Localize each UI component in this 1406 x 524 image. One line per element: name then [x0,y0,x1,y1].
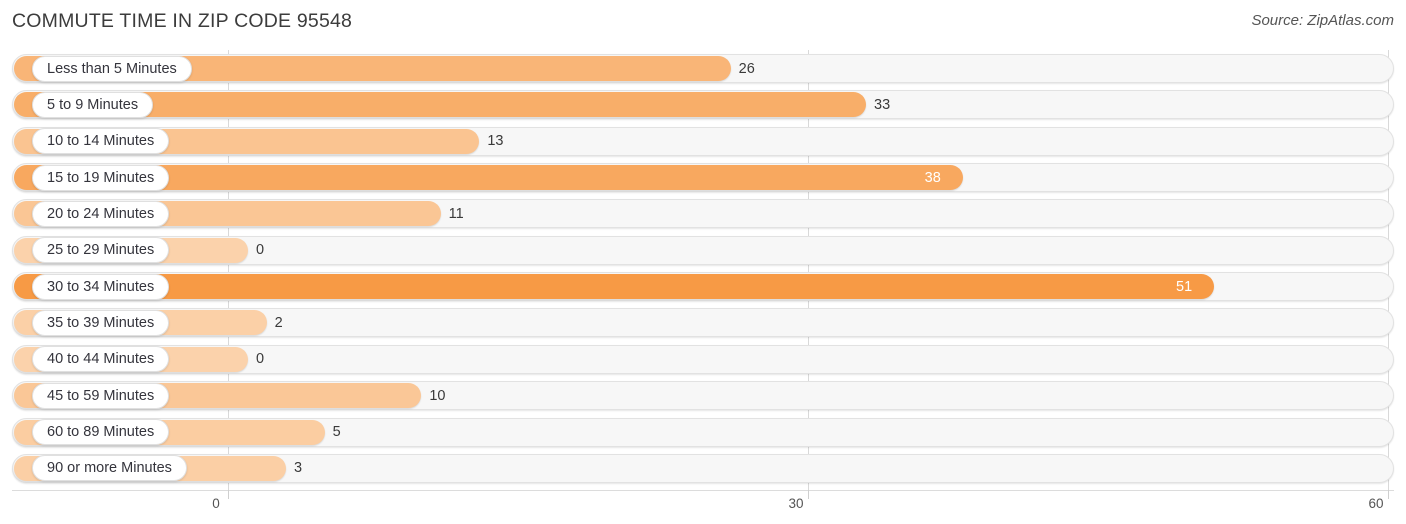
axis-tick-label-30: 30 [788,496,804,511]
category-label-pill: 10 to 14 Minutes [32,128,170,155]
category-label-pill: 90 or more Minutes [32,455,187,482]
bar [14,274,1214,300]
category-label: 10 to 14 Minutes [47,133,155,150]
bar-rows: Less than 5 Minutes 26 5 to 9 Minutes 33 10 … [0,50,1406,490]
category-label: 15 to 19 Minutes [47,169,155,186]
bar-value-label: 33 [874,96,891,113]
category-label-pill: 25 to 29 Minutes [32,237,170,264]
bar-value-label: 10 [429,387,446,404]
bar-row[interactable]: 40 to 44 Minutes 0 [12,344,1394,374]
bar-value-label: 0 [256,242,265,259]
axis-line [12,490,1394,491]
category-label: Less than 5 Minutes [47,60,177,77]
category-label: 30 to 34 Minutes [47,278,155,295]
category-label: 90 or more Minutes [47,460,172,477]
page-title: COMMUTE TIME IN ZIP CODE 95548 [12,10,353,32]
category-label: 20 to 24 Minutes [47,205,155,222]
bar-value-label: 11 [448,205,464,222]
category-label: 40 to 44 Minutes [47,351,155,368]
axis-tick-label-60: 60 [1368,496,1384,511]
bar-row[interactable]: 10 to 14 Minutes 13 [12,126,1394,156]
category-label-pill: 35 to 39 Minutes [32,309,170,336]
category-label-pill: 40 to 44 Minutes [32,346,170,373]
bar-value-label-inside: 38 [924,169,941,186]
bar-value-label-inside: 51 [1176,278,1193,295]
x-axis: 0 30 60 [0,490,1406,524]
plot-area: Less than 5 Minutes 26 5 to 9 Minutes 33 10 … [0,50,1406,490]
bar-row[interactable]: 60 to 89 Minutes 5 [12,417,1394,447]
axis-tick-0 [228,490,229,499]
bar-row[interactable]: 45 to 59 Minutes 10 [12,381,1394,411]
axis-tick-60 [1388,490,1389,499]
category-label-pill: 60 to 89 Minutes [32,419,170,445]
axis-tick-30 [808,490,809,499]
bar-value-label: 13 [487,133,504,150]
category-label-pill: 20 to 24 Minutes [32,200,170,227]
bar-row[interactable]: 90 or more Minutes 3 [12,453,1394,483]
bar-value-label: 2 [274,314,283,331]
chart-container: COMMUTE TIME IN ZIP CODE 95548 Source: Z… [0,0,1406,524]
bar-row[interactable]: 25 to 29 Minutes 0 [12,235,1394,265]
bar-value-label: 26 [738,60,755,77]
bar-row[interactable]: Less than 5 Minutes 26 [12,54,1394,83]
category-label: 25 to 29 Minutes [47,242,155,259]
category-label-pill: 45 to 59 Minutes [32,382,170,409]
bar-row[interactable]: 30 to 34 Minutes 51 [12,272,1394,302]
source-attribution: Source: ZipAtlas.com [1251,12,1394,29]
bar-value-label: 3 [294,460,303,477]
category-label: 45 to 59 Minutes [47,387,155,404]
category-label-pill: 15 to 19 Minutes [32,164,170,191]
category-label-pill: Less than 5 Minutes [32,55,192,82]
bar-row[interactable]: 20 to 24 Minutes 11 [12,199,1394,229]
category-label: 5 to 9 Minutes [47,96,139,113]
bar-row[interactable]: 15 to 19 Minutes 38 [12,163,1394,193]
category-label-pill: 30 to 34 Minutes [32,273,170,300]
bar-value-label: 0 [256,351,265,368]
category-label: 35 to 39 Minutes [47,314,155,331]
category-label-pill: 5 to 9 Minutes [32,91,154,118]
bar-row[interactable]: 35 to 39 Minutes 2 [12,308,1394,338]
axis-tick-label-0: 0 [212,496,220,511]
category-label: 60 to 89 Minutes [47,424,155,440]
bar-value-label: 5 [332,424,341,440]
bar-row[interactable]: 5 to 9 Minutes 33 [12,90,1394,120]
